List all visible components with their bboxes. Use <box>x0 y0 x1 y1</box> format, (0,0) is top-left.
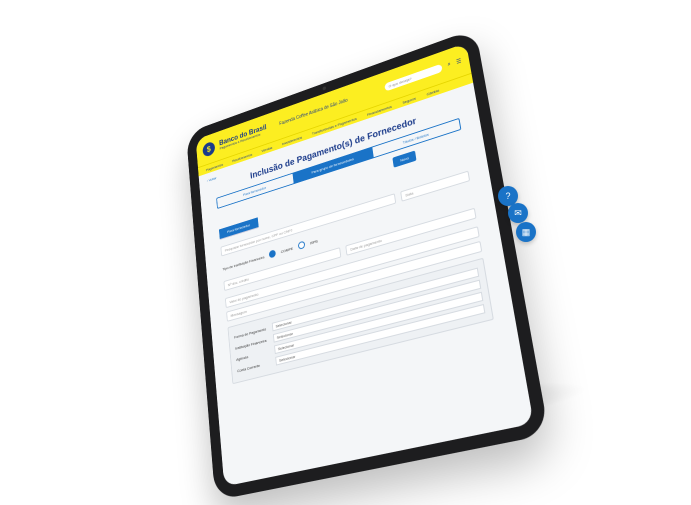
radio-compe-label: COMPE <box>280 245 294 254</box>
new-button[interactable]: Novo <box>392 150 417 168</box>
menu-icon[interactable]: ☰ <box>456 57 462 65</box>
tablet-screen: $ Banco do Brasil Pagamentos e Recebimen… <box>195 42 534 487</box>
radio-ispb-label: ISPB <box>309 238 318 246</box>
stage: $ Banco do Brasil Pagamentos e Recebimen… <box>0 0 691 505</box>
tablet-frame: $ Banco do Brasil Pagamentos e Recebimen… <box>186 28 550 501</box>
radio-compe[interactable] <box>268 249 277 259</box>
message-button[interactable]: ✉ <box>508 203 528 223</box>
calculator-icon: ▦ <box>521 226 531 237</box>
help-icon: ? <box>505 191 511 201</box>
radio-ispb[interactable] <box>297 240 306 250</box>
camera-icon <box>322 86 327 91</box>
search-icon[interactable]: ⌕ <box>447 61 451 68</box>
back-label: Voltar <box>208 175 217 183</box>
message-icon: ✉ <box>514 207 522 218</box>
bank-logo: $ <box>202 140 216 158</box>
calculator-button[interactable]: ▦ <box>516 222 536 242</box>
